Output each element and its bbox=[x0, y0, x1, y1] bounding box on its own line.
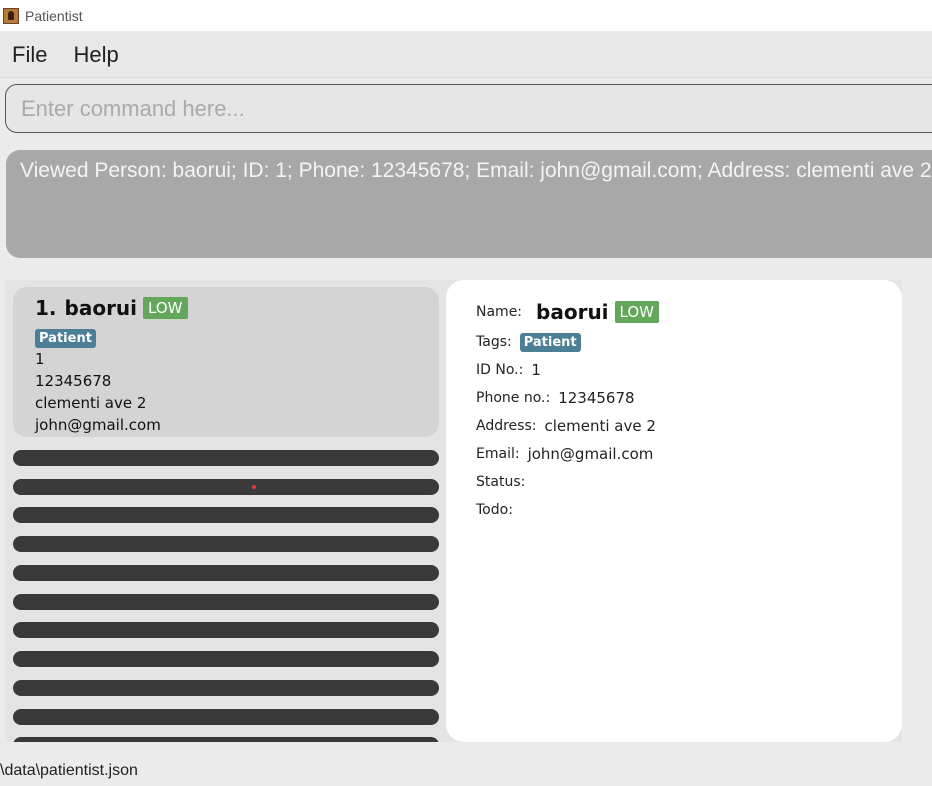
status-bar-path: \data\patientist.json bbox=[0, 762, 138, 779]
detail-todo-row: Todo: bbox=[476, 496, 902, 524]
menu-bar: File Help bbox=[0, 32, 932, 78]
detail-id-row: ID No.: 1 bbox=[476, 356, 902, 384]
detail-name: baorui bbox=[536, 300, 609, 324]
list-item[interactable] bbox=[13, 594, 439, 610]
tags-label: Tags: bbox=[476, 334, 512, 350]
card-index: 1. bbox=[35, 296, 57, 320]
detail-address: clementi ave 2 bbox=[544, 417, 656, 435]
result-text: Viewed Person: baorui; ID: 1; Phone: 123… bbox=[20, 159, 932, 182]
detail-email: john@gmail.com bbox=[527, 445, 654, 463]
detail-panel: Name: baorui LOW Tags: Patient ID No.: 1… bbox=[446, 280, 902, 742]
detail-priority-badge: LOW bbox=[614, 301, 660, 323]
person-list[interactable]: 1. baorui LOW Patient 1 12345678 clement… bbox=[13, 287, 439, 742]
command-box bbox=[5, 84, 932, 133]
result-display: Viewed Person: baorui; ID: 1; Phone: 123… bbox=[6, 150, 932, 258]
list-item[interactable] bbox=[13, 622, 439, 638]
menu-file[interactable]: File bbox=[0, 42, 61, 68]
detail-tags-row: Tags: Patient bbox=[476, 328, 902, 356]
command-input[interactable] bbox=[6, 85, 932, 132]
status-label: Status: bbox=[476, 474, 526, 490]
detail-tag-badge: Patient bbox=[519, 332, 581, 352]
list-item[interactable] bbox=[13, 479, 439, 495]
window-title: Patientist bbox=[25, 7, 83, 24]
name-label: Name: bbox=[476, 304, 523, 320]
card-email: john@gmail.com bbox=[35, 416, 161, 434]
detail-status-row: Status: bbox=[476, 468, 902, 496]
detail-phone-row: Phone no.: 12345678 bbox=[476, 384, 902, 412]
card-phone: 12345678 bbox=[35, 372, 112, 390]
phone-label: Phone no.: bbox=[476, 390, 551, 406]
list-item[interactable] bbox=[13, 565, 439, 581]
list-item[interactable] bbox=[13, 651, 439, 667]
tag-badge: Patient bbox=[35, 329, 96, 348]
app-icon bbox=[3, 7, 19, 24]
list-item[interactable] bbox=[13, 680, 439, 696]
list-item[interactable] bbox=[13, 450, 439, 466]
menu-help[interactable]: Help bbox=[61, 42, 130, 68]
detail-address-row: Address: clementi ave 2 bbox=[476, 412, 902, 440]
detail-name-row: Name: baorui LOW bbox=[476, 296, 902, 328]
priority-badge: LOW bbox=[143, 297, 188, 319]
card-header: 1. baorui LOW bbox=[35, 295, 439, 321]
card-name: baorui bbox=[64, 296, 138, 320]
detail-id: 1 bbox=[531, 361, 541, 379]
detail-phone: 12345678 bbox=[558, 389, 635, 407]
cursor-dot bbox=[252, 485, 256, 489]
card-id: 1 bbox=[35, 350, 45, 368]
person-card[interactable]: 1. baorui LOW Patient 1 12345678 clement… bbox=[13, 287, 439, 437]
address-label: Address: bbox=[476, 418, 537, 434]
main-panel: 1. baorui LOW Patient 1 12345678 clement… bbox=[6, 280, 902, 742]
list-item[interactable] bbox=[13, 737, 439, 742]
detail-email-row: Email: john@gmail.com bbox=[476, 440, 902, 468]
list-item[interactable] bbox=[13, 709, 439, 725]
todo-label: Todo: bbox=[476, 502, 513, 518]
email-label: Email: bbox=[476, 446, 520, 462]
card-address: clementi ave 2 bbox=[35, 394, 147, 412]
id-label: ID No.: bbox=[476, 362, 524, 378]
list-item[interactable] bbox=[13, 536, 439, 552]
list-item[interactable] bbox=[13, 507, 439, 523]
title-bar: Patientist bbox=[0, 0, 932, 31]
